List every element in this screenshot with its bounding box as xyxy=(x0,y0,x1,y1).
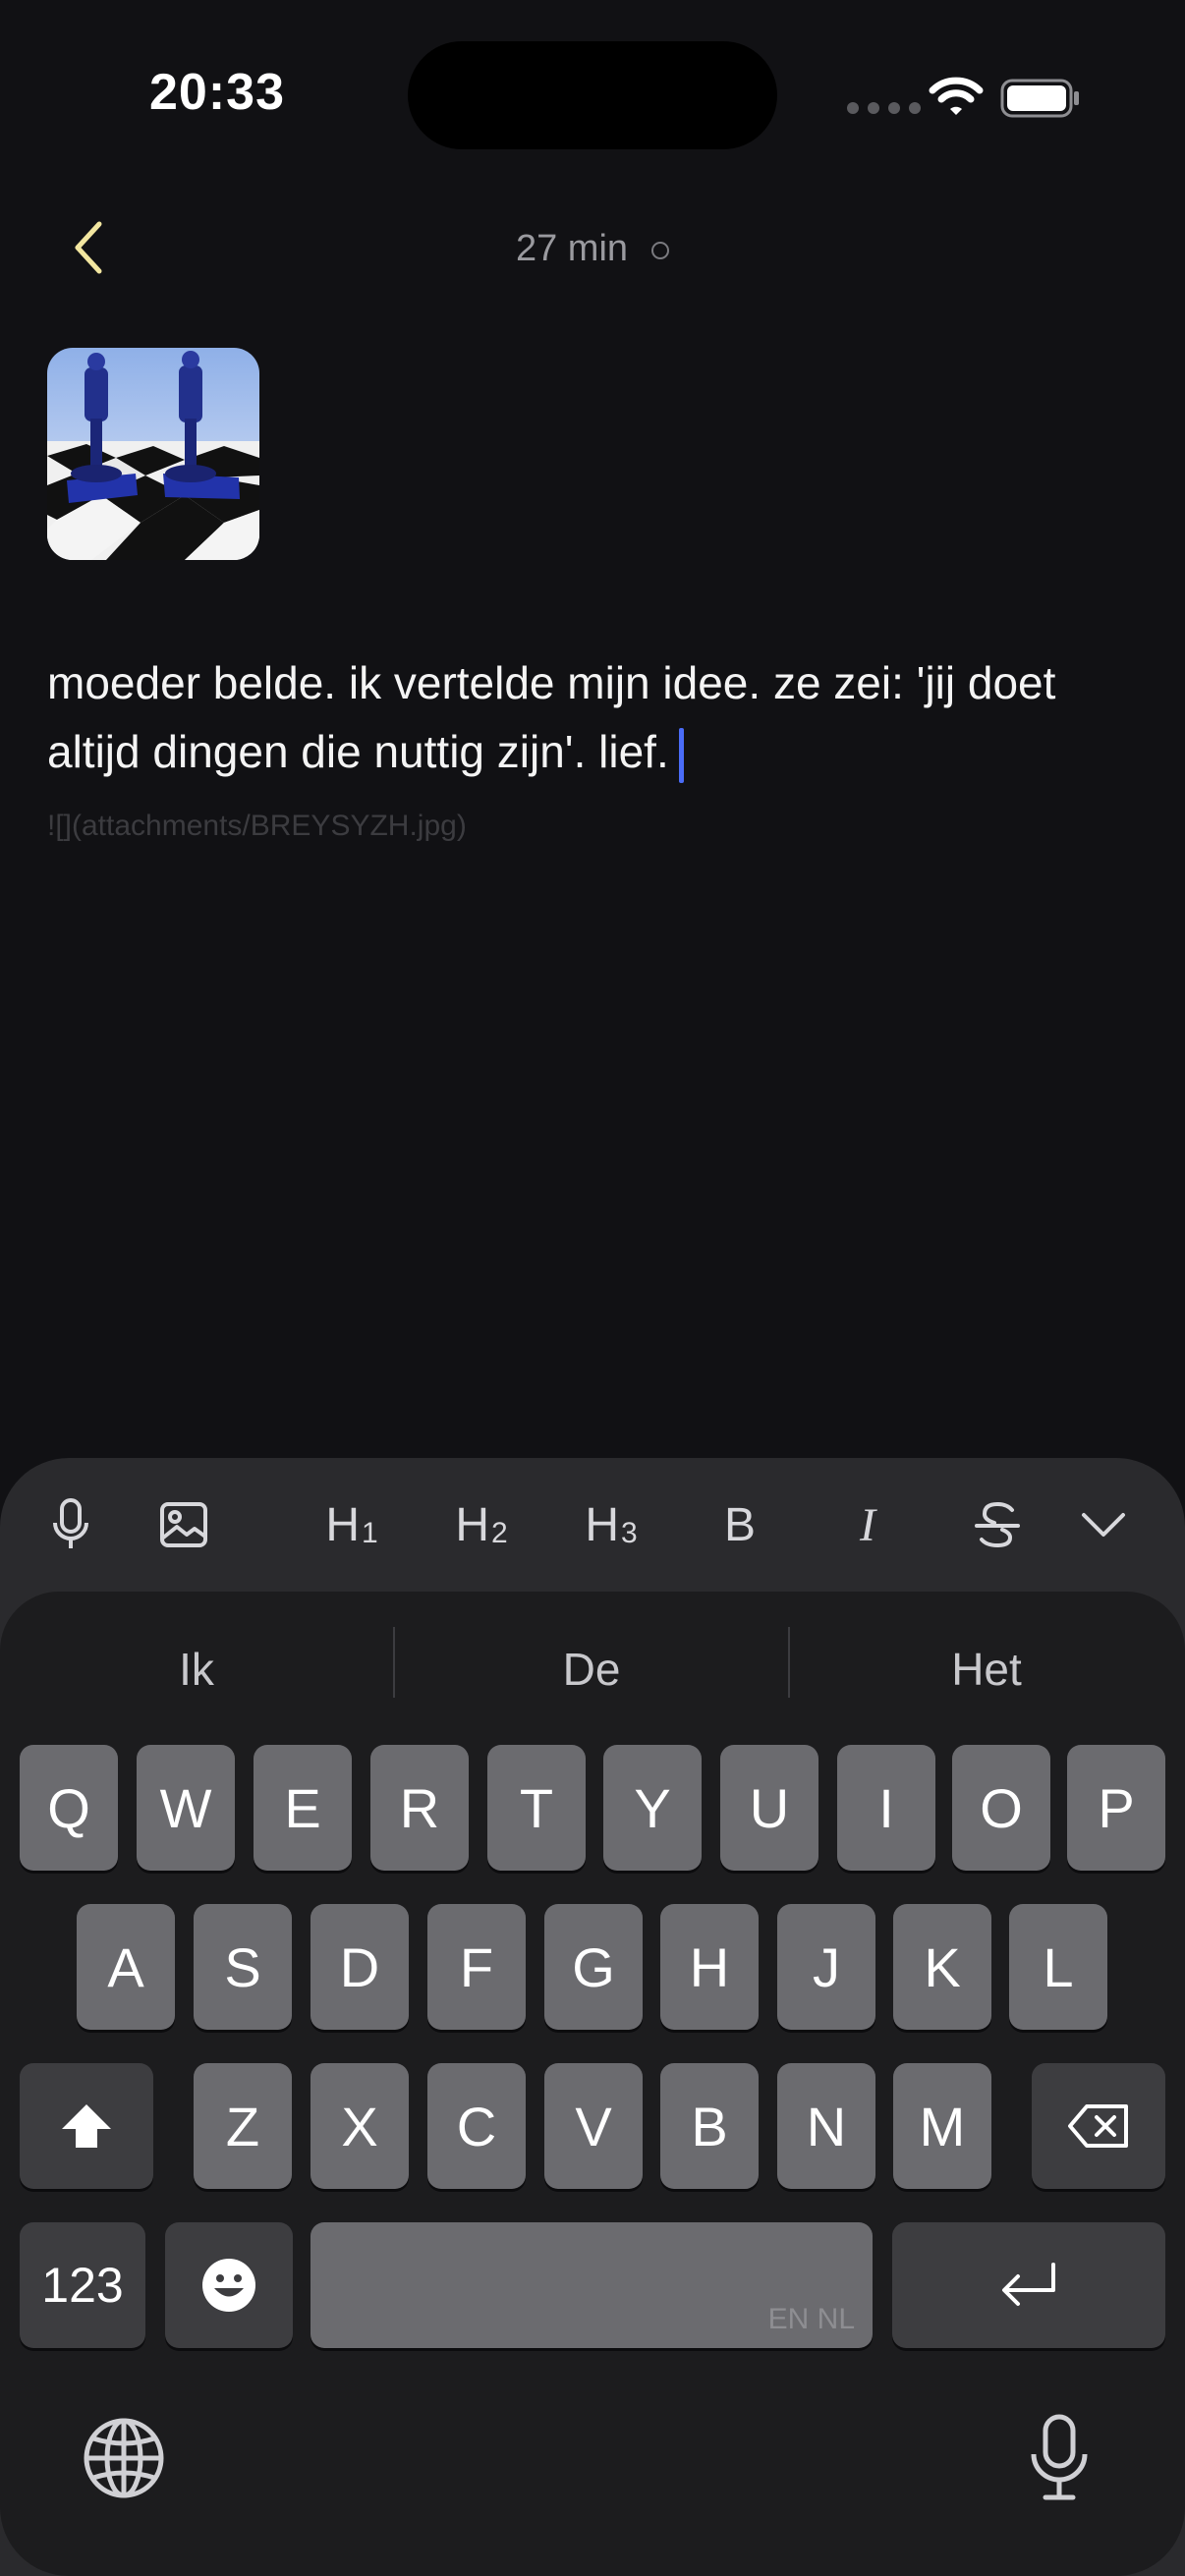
chevron-down-icon xyxy=(1082,1513,1125,1537)
key-o[interactable]: O xyxy=(952,1745,1050,1871)
note-body[interactable]: moeder belde. ik vertelde mijn idee. ze … xyxy=(47,648,1138,786)
heading-1-sub: 1 xyxy=(361,1517,378,1549)
attachment-thumbnail[interactable] xyxy=(47,348,259,560)
backspace-icon xyxy=(1068,2104,1128,2148)
key-w[interactable]: W xyxy=(137,1745,235,1871)
delete-key[interactable] xyxy=(1032,2063,1165,2189)
prediction-1[interactable]: Ik xyxy=(0,1643,393,1696)
shift-key[interactable] xyxy=(20,2063,153,2189)
key-v[interactable]: V xyxy=(544,2063,643,2189)
reading-time: 27 min xyxy=(0,228,1185,270)
key-b[interactable]: B xyxy=(660,2063,759,2189)
italic-button[interactable]: I xyxy=(843,1493,892,1556)
bold-label: B xyxy=(723,1498,756,1551)
heading-2-label: H xyxy=(455,1498,489,1551)
key-f[interactable]: F xyxy=(427,1904,526,2030)
sync-status-icon xyxy=(651,241,670,259)
return-icon xyxy=(1002,2263,1055,2306)
collapse-toolbar-button[interactable] xyxy=(1077,1493,1130,1556)
keyboard: Ik De Het Q W E R T Y U I O P A S D F G … xyxy=(0,1592,1185,2576)
cellular-signal-icon xyxy=(847,102,921,114)
key-k[interactable]: K xyxy=(893,1904,991,2030)
wifi-icon xyxy=(929,77,984,115)
return-key[interactable] xyxy=(892,2222,1165,2348)
microphone-icon xyxy=(1031,2414,1088,2500)
strikethrough-button[interactable] xyxy=(971,1493,1024,1556)
key-s[interactable]: S xyxy=(194,1904,292,2030)
key-z[interactable]: Z xyxy=(194,2063,292,2189)
space-key[interactable]: EN NL xyxy=(310,2222,873,2348)
format-toolbar: H1 H2 H3 B I xyxy=(0,1458,1185,1592)
emoji-key[interactable] xyxy=(165,2222,293,2348)
key-q[interactable]: Q xyxy=(20,1745,118,1871)
heading-3-sub: 3 xyxy=(620,1517,638,1549)
key-c[interactable]: C xyxy=(427,2063,526,2189)
key-h[interactable]: H xyxy=(660,1904,759,2030)
emoji-icon xyxy=(202,2259,255,2312)
heading-1-label: H xyxy=(325,1498,360,1551)
key-a[interactable]: A xyxy=(77,1904,175,2030)
status-bar: 20:33 xyxy=(0,0,1185,196)
key-x[interactable]: X xyxy=(310,2063,409,2189)
heading-3-label: H xyxy=(585,1498,619,1551)
key-d[interactable]: D xyxy=(310,1904,409,2030)
shift-icon xyxy=(62,2104,111,2148)
prediction-2[interactable]: De xyxy=(395,1643,788,1696)
heading-2-sub: 2 xyxy=(490,1517,508,1549)
key-j[interactable]: J xyxy=(777,1904,875,2030)
reading-time-label: 27 min xyxy=(515,228,629,269)
text-cursor xyxy=(678,727,684,783)
keyboard-panel: H1 H2 H3 B I Ik De Het Q W E R T Y U I O… xyxy=(0,1458,1185,2576)
globe-icon xyxy=(84,2418,164,2498)
globe-button[interactable] xyxy=(83,2417,165,2499)
key-r[interactable]: R xyxy=(370,1745,469,1871)
heading-1-button[interactable]: H1 xyxy=(320,1493,383,1556)
key-l[interactable]: L xyxy=(1009,1904,1107,2030)
attachment-markdown-reference: ![](attachments/BREYSYZH.jpg) xyxy=(47,810,467,842)
key-u[interactable]: U xyxy=(720,1745,818,1871)
note-text: moeder belde. ik vertelde mijn idee. ze … xyxy=(47,657,1056,777)
strikethrough-icon xyxy=(975,1501,1020,1548)
insert-image-button[interactable] xyxy=(155,1493,212,1556)
status-time: 20:33 xyxy=(149,64,285,121)
prediction-3[interactable]: Het xyxy=(790,1643,1183,1696)
numbers-key[interactable]: 123 xyxy=(20,2222,145,2348)
key-g[interactable]: G xyxy=(544,1904,643,2030)
key-y[interactable]: Y xyxy=(603,1745,702,1871)
key-i[interactable]: I xyxy=(837,1745,935,1871)
key-t[interactable]: T xyxy=(487,1745,586,1871)
nav-bar: 27 min xyxy=(0,196,1185,305)
key-n[interactable]: N xyxy=(777,2063,875,2189)
key-e[interactable]: E xyxy=(254,1745,352,1871)
heading-3-button[interactable]: H3 xyxy=(580,1493,643,1556)
keyboard-language-label: EN NL xyxy=(767,2303,855,2335)
battery-icon xyxy=(1000,79,1079,118)
bold-button[interactable]: B xyxy=(715,1493,764,1556)
chess-pieces-image xyxy=(47,348,259,560)
heading-2-button[interactable]: H2 xyxy=(450,1493,513,1556)
keyboard-dictation-button[interactable] xyxy=(1028,2413,1091,2503)
key-p[interactable]: P xyxy=(1067,1745,1165,1871)
image-icon xyxy=(160,1502,207,1547)
key-m[interactable]: M xyxy=(893,2063,991,2189)
italic-label: I xyxy=(860,1498,875,1551)
dictation-button[interactable] xyxy=(43,1493,98,1556)
dynamic-island xyxy=(408,41,777,149)
microphone-icon xyxy=(53,1498,88,1548)
